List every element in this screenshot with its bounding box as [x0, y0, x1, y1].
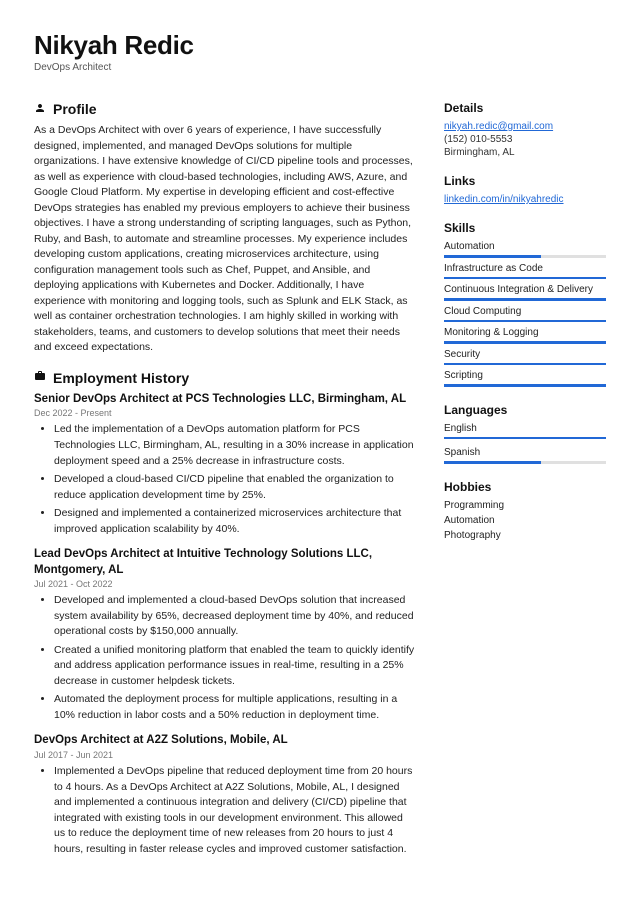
section-title: Employment History: [53, 370, 189, 386]
job-entry: Lead DevOps Architect at Intuitive Techn…: [34, 547, 416, 723]
skill-bar: [444, 341, 606, 344]
job-bullet: Automated the deployment process for mul…: [54, 692, 416, 723]
sidebar-title: Hobbies: [444, 480, 606, 494]
employment-section: Employment History Senior DevOps Archite…: [34, 370, 416, 857]
job-entry: Senior DevOps Architect at PCS Technolog…: [34, 392, 416, 537]
skill-name: Scripting: [444, 370, 606, 381]
skill-item: Monitoring & Logging: [444, 327, 606, 344]
location: Birmingham, AL: [444, 147, 606, 158]
details-block: Details nikyah.redic@gmail.com (152) 010…: [444, 101, 606, 158]
job-entry: DevOps Architect at A2Z Solutions, Mobil…: [34, 733, 416, 857]
briefcase-icon: [34, 370, 46, 385]
right-column: Details nikyah.redic@gmail.com (152) 010…: [444, 101, 606, 871]
job-title: DevOps Architect at A2Z Solutions, Mobil…: [34, 733, 416, 749]
skill-item: Cloud Computing: [444, 306, 606, 323]
hobbies-block: Hobbies Programming Automation Photography: [444, 480, 606, 541]
skill-bar: [444, 255, 606, 258]
skill-bar: [444, 363, 606, 366]
skill-name: Infrastructure as Code: [444, 263, 606, 274]
email-link[interactable]: nikyah.redic@gmail.com: [444, 121, 553, 132]
language-item: Spanish: [444, 447, 606, 464]
job-bullets: Led the implementation of a DevOps autom…: [34, 422, 416, 537]
skill-name: Monitoring & Logging: [444, 327, 606, 338]
links-block: Links linkedin.com/in/nikyahredic: [444, 174, 606, 205]
sidebar-title: Details: [444, 101, 606, 115]
job-date: Dec 2022 - Present: [34, 408, 416, 418]
section-header: Employment History: [34, 370, 416, 386]
hobby-item: Programming: [444, 500, 606, 511]
skill-item: Scripting: [444, 370, 606, 387]
skill-item: Security: [444, 349, 606, 366]
hobby-item: Automation: [444, 515, 606, 526]
sidebar-title: Languages: [444, 403, 606, 417]
skill-item: Infrastructure as Code: [444, 263, 606, 280]
profile-section: Profile As a DevOps Architect with over …: [34, 101, 416, 356]
job-bullet: Implemented a DevOps pipeline that reduc…: [54, 764, 416, 857]
job-bullet: Developed a cloud-based CI/CD pipeline t…: [54, 472, 416, 503]
language-name: Spanish: [444, 447, 606, 458]
language-name: English: [444, 423, 606, 434]
skill-name: Continuous Integration & Delivery: [444, 284, 606, 295]
person-icon: [34, 102, 46, 117]
skill-item: Automation: [444, 241, 606, 258]
job-bullet: Designed and implemented a containerized…: [54, 506, 416, 537]
phone: (152) 010-5553: [444, 134, 606, 145]
person-title: DevOps Architect: [34, 62, 606, 73]
left-column: Profile As a DevOps Architect with over …: [34, 101, 416, 871]
skill-name: Automation: [444, 241, 606, 252]
skill-bar: [444, 320, 606, 323]
skill-name: Cloud Computing: [444, 306, 606, 317]
job-date: Jul 2017 - Jun 2021: [34, 750, 416, 760]
skill-bar: [444, 298, 606, 301]
job-date: Jul 2021 - Oct 2022: [34, 579, 416, 589]
skill-bar: [444, 384, 606, 387]
skill-bar: [444, 277, 606, 280]
header: Nikyah Redic DevOps Architect: [34, 30, 606, 73]
job-bullet: Led the implementation of a DevOps autom…: [54, 422, 416, 469]
skill-name: Security: [444, 349, 606, 360]
skill-item: Continuous Integration & Delivery: [444, 284, 606, 301]
profile-text: As a DevOps Architect with over 6 years …: [34, 123, 416, 356]
content-columns: Profile As a DevOps Architect with over …: [34, 101, 606, 871]
job-bullet: Created a unified monitoring platform th…: [54, 643, 416, 690]
sidebar-title: Skills: [444, 221, 606, 235]
job-bullets: Implemented a DevOps pipeline that reduc…: [34, 764, 416, 857]
languages-block: Languages English Spanish: [444, 403, 606, 464]
hobby-item: Photography: [444, 530, 606, 541]
job-title: Senior DevOps Architect at PCS Technolog…: [34, 392, 416, 408]
job-title: Lead DevOps Architect at Intuitive Techn…: [34, 547, 416, 578]
external-link[interactable]: linkedin.com/in/nikyahredic: [444, 194, 564, 205]
language-bar: [444, 437, 606, 440]
section-title: Profile: [53, 101, 97, 117]
language-item: English: [444, 423, 606, 440]
job-bullet: Developed and implemented a cloud-based …: [54, 593, 416, 640]
person-name: Nikyah Redic: [34, 30, 606, 61]
skills-block: Skills Automation Infrastructure as Code C…: [444, 221, 606, 387]
language-bar: [444, 461, 606, 464]
sidebar-title: Links: [444, 174, 606, 188]
section-header: Profile: [34, 101, 416, 117]
job-bullets: Developed and implemented a cloud-based …: [34, 593, 416, 723]
